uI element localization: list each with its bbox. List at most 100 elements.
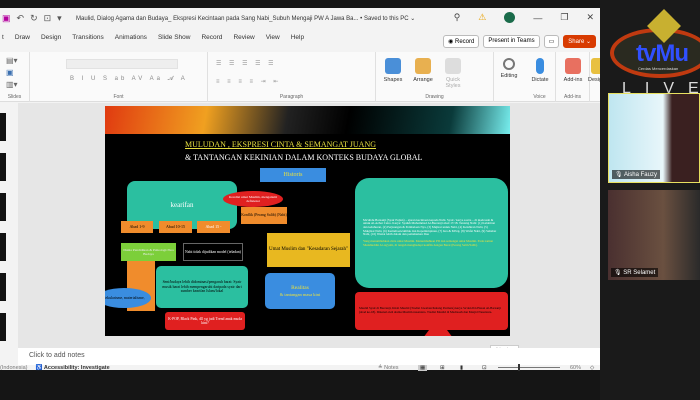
ribbon-tabs: t Draw Design Transitions Animations Sli… <box>0 34 304 50</box>
addins-icon <box>565 58 581 74</box>
ribbon: ▤▾ ▣ ▥▾ Slides B I U S ab AV Aa 𝓐 A Font… <box>0 52 610 102</box>
reading-view-icon[interactable]: ▮ <box>460 365 463 371</box>
save-icon[interactable]: ▣ <box>2 13 11 24</box>
restore-button[interactable]: ❐ <box>560 12 568 23</box>
zoom-level[interactable]: 60% <box>570 365 581 371</box>
close-button[interactable]: ✕ <box>586 12 594 23</box>
paragraph-icons[interactable]: ☰ ☰ ☰ ☰ ☰ <box>216 60 277 67</box>
shapes-icon <box>385 58 401 74</box>
zoom-slider[interactable] <box>498 364 560 371</box>
reset-icon[interactable]: ▣ <box>6 68 14 77</box>
present-icon[interactable]: ⊡ <box>44 13 52 24</box>
comments-button[interactable]: ▭ <box>543 35 560 48</box>
align-icons[interactable]: ≡ ≡ ≡ ≡ ⇥ ⇤ <box>216 78 281 85</box>
present-in-teams-button[interactable]: Present in Teams <box>483 35 540 48</box>
font-name-input[interactable] <box>66 59 178 69</box>
normal-view-icon[interactable]: ▦ <box>418 365 428 371</box>
kondisi-ellipse: Kondisi umat Muslim, mengalami defisiens… <box>223 191 283 207</box>
barzanji-box: Ma'ulidu Barzanji (Syair Pujian) – ajara… <box>355 178 508 288</box>
tab-view[interactable]: View <box>266 34 280 50</box>
quick-styles-button[interactable]: Quick Styles <box>438 58 468 89</box>
addins-button[interactable]: Add-ins <box>558 58 588 83</box>
status-bar: (Indonesia) ♿ Accessibility: Investigate… <box>0 362 600 374</box>
share-button[interactable]: Share ⌄ <box>563 35 596 48</box>
konflik-box: Konflik (Perang Salib) (Nabi) <box>241 207 287 224</box>
tab-help[interactable]: Help <box>291 34 304 50</box>
slide-thumbnail[interactable] <box>0 153 6 181</box>
accessibility-icon: ♿ <box>35 365 43 371</box>
participant-name: 🎙 Aisha Fauzy <box>612 170 660 179</box>
slide-editor: MULUDAN , EKSPRESI CINTA & SEMANGAT JUAN… <box>18 103 600 354</box>
dictate-button[interactable]: Dictate <box>525 58 555 83</box>
tantangan-label: & tantangan masa kini <box>279 291 321 297</box>
drawing-group: Shapes Arrange Quick Styles Drawing <box>376 52 494 102</box>
historis-box: Historis <box>260 168 326 182</box>
search-icon[interactable]: ⚲ <box>454 12 461 23</box>
arrange-button[interactable]: Arrange <box>408 58 438 83</box>
arrange-icon <box>415 58 431 74</box>
editing-button[interactable]: Editing <box>494 58 524 79</box>
slide-thumbnail[interactable] <box>0 313 6 341</box>
mic-icon: 🎙 <box>615 172 623 178</box>
font-group: B I U S ab AV Aa 𝓐 A Font <box>30 52 208 102</box>
quick-styles-icon <box>445 58 461 74</box>
participant-name: 🎙 SR Selamet <box>611 268 659 277</box>
paragraph-group: ☰ ☰ ☰ ☰ ☰ ≡ ≡ ≡ ≡ ⇥ ⇤ Paragraph <box>208 52 376 102</box>
abad-3-box: Abad 15 - <box>197 221 230 233</box>
shapes-button[interactable]: Shapes <box>378 58 408 83</box>
slide[interactable]: MULUDAN , EKSPRESI CINTA & SEMANGAT JUAN… <box>105 106 510 336</box>
layout-icon[interactable]: ▤▾ <box>6 56 18 65</box>
fit-slide-icon[interactable]: ◇ <box>590 365 594 371</box>
slides-group: ▤▾ ▣ ▥▾ Slides <box>0 52 30 102</box>
accessibility-status[interactable]: ♿ Accessibility: Investigate <box>36 365 110 371</box>
seni-budaya-box: Seni/budaya lebih didominasi/pengaruh ba… <box>156 266 248 308</box>
title-bar: ▣ ↶ ↻ ⊡ ▾ Maulid, Dialog Agama dan Buday… <box>0 8 600 30</box>
tab-draw[interactable]: Draw <box>15 34 30 50</box>
tab-insert[interactable]: t <box>2 34 4 50</box>
section-icon[interactable]: ▥▾ <box>6 80 18 89</box>
minimize-button[interactable]: — <box>533 13 542 23</box>
slide-thumbnail[interactable] <box>0 233 6 261</box>
tab-review[interactable]: Review <box>233 34 254 50</box>
undo-icon[interactable]: ↶ <box>17 13 25 24</box>
slide-thumbnail[interactable] <box>0 273 6 301</box>
document-title[interactable]: Maulid, Dialog Agama dan Budaya_ Ekspres… <box>76 15 415 22</box>
search-icon <box>503 58 515 70</box>
tab-slide-show[interactable]: Slide Show <box>158 34 191 50</box>
microphone-icon <box>536 58 544 74</box>
slide-subtitle: & TANTANGAN KEKINIAN DALAM KONTEKS BUDAY… <box>185 153 423 162</box>
video-panel: tvMu Cerdas Mencerdaskan LIVE 🎙 Aisha Fa… <box>600 0 700 400</box>
voice-group: Dictate Voice <box>524 52 556 102</box>
kpop-box: K-POP, Black Pink, dll yg jadi Trend ana… <box>165 312 245 330</box>
record-button[interactable]: ◉ Record <box>443 35 480 48</box>
warning-icon[interactable]: ⚠ <box>478 12 486 23</box>
redo-icon[interactable]: ↻ <box>30 13 38 24</box>
tvmu-logo-text: tvMu <box>636 40 689 67</box>
slide-thumbnail[interactable] <box>0 193 6 221</box>
video-tile-aisha[interactable]: 🎙 Aisha Fauzy <box>608 93 700 183</box>
language-status[interactable]: (Indonesia) <box>0 365 28 371</box>
barzanji-yellow-text: Yang menumbuhkan cinta umat Muslim. Menu… <box>363 239 493 247</box>
font-format-icons[interactable]: B I U S ab AV Aa 𝓐 A <box>70 76 188 83</box>
slide-show-icon[interactable]: ⊡ <box>482 365 487 371</box>
powerpoint-window: ▣ ↶ ↻ ⊡ ▾ Maulid, Dialog Agama dan Buday… <box>0 8 610 371</box>
zoom-slider-thumb[interactable] <box>518 364 520 371</box>
tab-design[interactable]: Design <box>41 34 61 50</box>
barzanji-text: Ma'ulidu Barzanji (Syair Pujian) – ajara… <box>363 217 497 237</box>
abad-2-box: Abad 10-15 <box>159 221 192 233</box>
tab-transitions[interactable]: Transitions <box>72 34 104 50</box>
tab-record[interactable]: Record <box>201 34 222 50</box>
slide-thumbnails[interactable] <box>0 103 18 353</box>
notes-button[interactable]: ≜ Notes <box>378 365 399 371</box>
editing-group: Editing <box>494 52 524 102</box>
abad-1-box: Abad 1-9 <box>121 221 153 233</box>
dunia-pendidikan-box: Dunia Pendidikan & Psikologi/Jiwa Budaya <box>121 243 176 261</box>
customize-icon[interactable]: ▾ <box>57 13 62 24</box>
tab-animations[interactable]: Animations <box>115 34 147 50</box>
slide-title: MULUDAN , EKSPRESI CINTA & SEMANGAT JUAN… <box>185 140 377 149</box>
header-swoosh <box>105 106 510 134</box>
avatar[interactable] <box>504 12 516 23</box>
slide-sorter-icon[interactable]: ⊞ <box>440 365 445 371</box>
slide-thumbnail[interactable] <box>0 113 6 141</box>
video-tile-selamet[interactable]: 🎙 SR Selamet <box>608 190 700 280</box>
